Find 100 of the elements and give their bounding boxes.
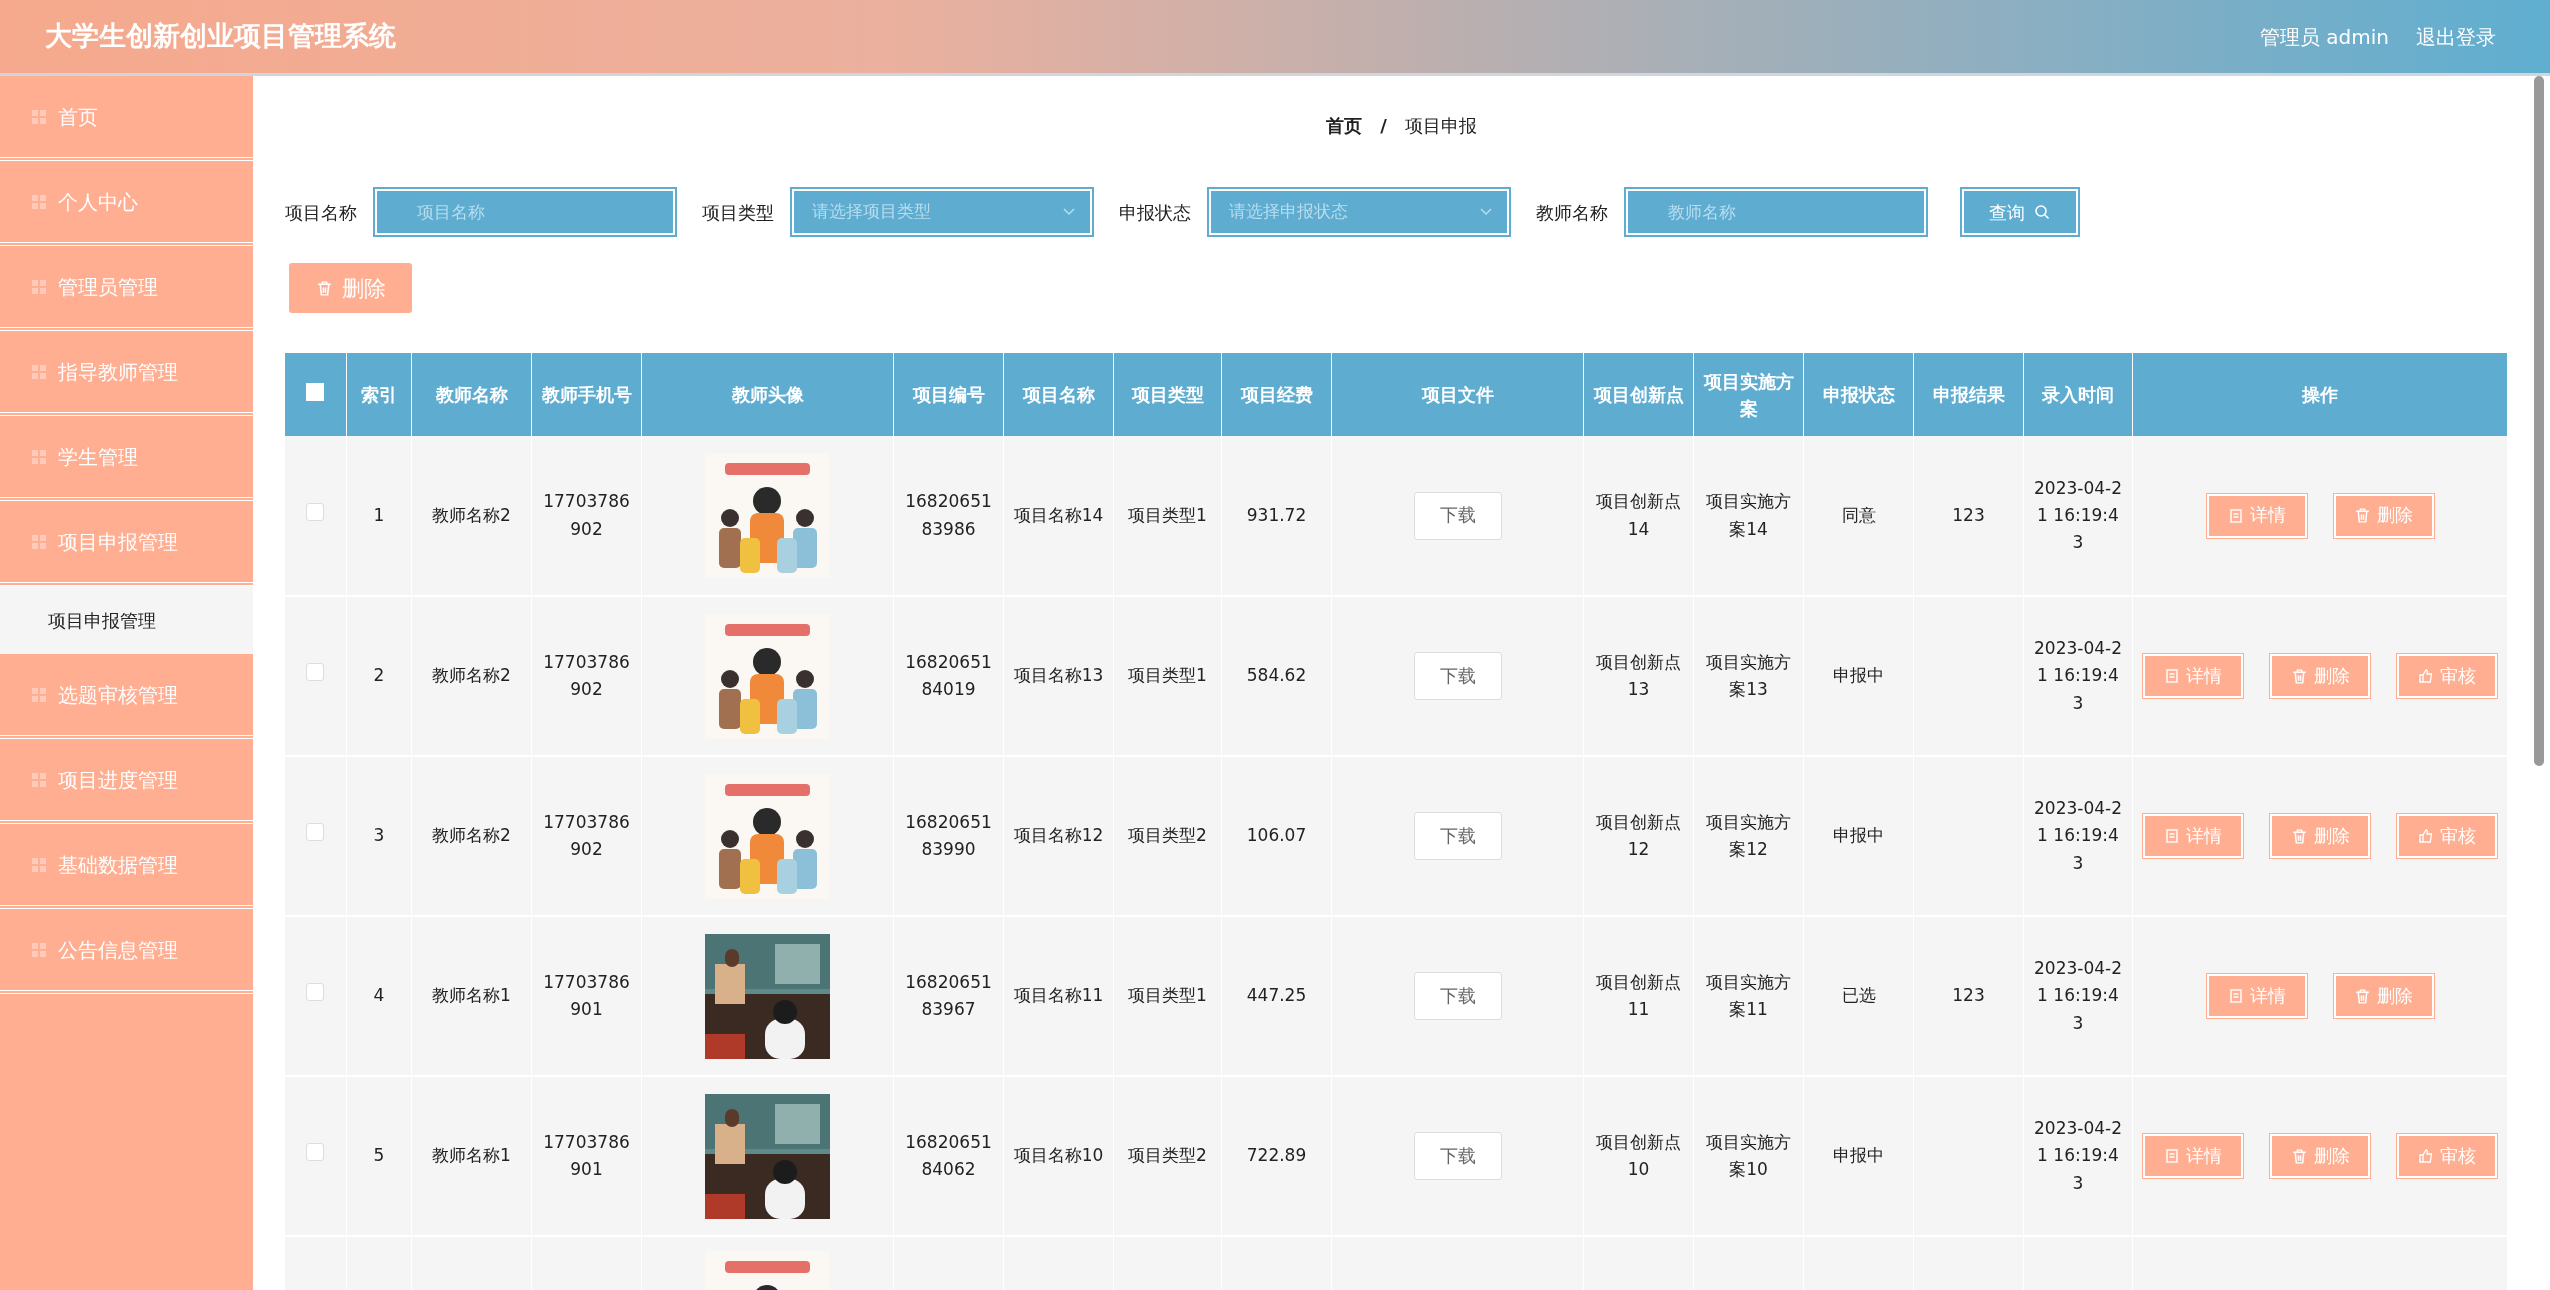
innovation-cell: 项目创新点11 [1596,971,1681,1019]
project-number-cell: 1682065183990 [905,811,992,859]
time-cell: 2023-04-21 16:19:43 [2034,638,2122,713]
result-cell: 123 [1952,504,1985,525]
logout-link[interactable]: 退出登录 [2416,21,2496,52]
column-header: 项目创新点 [1583,353,1694,436]
input-field[interactable]: 项目名称 [374,189,675,235]
detail-button[interactable]: 详情 [2143,814,2243,858]
time-cell: 2023-04-21 16:19:43 [2034,1118,2122,1193]
plan-cell: 项目实施方案14 [1706,491,1791,539]
teacher-name-cell: 教师名称2 [432,665,511,686]
filter-label: 项目类型 [701,200,774,225]
row-checkbox[interactable] [306,502,325,521]
chevron-down-icon [1478,207,1493,217]
status-cell: 申报中 [1833,825,1884,846]
select-field[interactable]: 请选择申报状态 [1208,189,1509,235]
project-name-cell: 项目名称10 [1013,1145,1104,1166]
thumb-up-icon [2418,1148,2434,1164]
filter-label: 申报状态 [1118,200,1191,225]
plan-cell: 项目实施方案10 [1706,1131,1791,1179]
column-header: 录入时间 [2023,353,2133,436]
row-checkbox[interactable] [306,983,325,1002]
app-title: 大学生创新创业项目管理系统 [45,19,396,54]
plan-cell: 项目实施方案12 [1706,811,1791,859]
menu-icon [30,770,48,789]
select-field[interactable]: 请选择项目类型 [791,189,1092,235]
menu-icon [30,277,48,296]
project-type-cell: 项目类型2 [1128,1145,1207,1166]
download-button[interactable]: 下载 [1413,652,1502,700]
menu-icon [30,362,48,381]
detail-button[interactable]: 详情 [2206,493,2307,538]
thumb-up-icon [2418,668,2434,684]
status-cell: 同意 [1841,504,1876,525]
index-cell: 4 [373,985,385,1006]
delete-button[interactable]: 删除 [2333,493,2434,538]
column-header: 项目名称 [1003,353,1114,436]
search-button[interactable]: 查询 [1961,189,2078,235]
result-cell: 123 [1952,985,1985,1006]
row-checkbox[interactable] [306,663,325,682]
row-checkbox[interactable] [306,823,325,842]
time-cell: 2023-04-21 16:19:43 [2034,958,2122,1033]
user-link[interactable]: 管理员 admin [2259,21,2389,52]
delete-button[interactable]: 删除 [289,263,412,313]
sidebar-subitem[interactable]: 项目申报管理 [0,586,253,654]
index-cell: 5 [373,1145,385,1166]
document-icon [2164,828,2180,844]
delete-button[interactable]: 删除 [2270,1134,2370,1178]
trash-icon [315,279,333,297]
column-header: 教师头像 [641,353,894,436]
project-name-cell: 项目名称11 [1013,985,1104,1006]
column-header: 教师名称 [411,353,532,436]
review-button[interactable]: 审核 [2397,654,2497,698]
menu-icon [30,940,48,959]
detail-button[interactable]: 详情 [2206,974,2307,1018]
status-cell: 已选 [1841,985,1876,1006]
phone-cell: 17703786902 [543,811,630,859]
project-type-cell: 项目类型2 [1128,825,1207,846]
input-field[interactable]: 教师名称 [1625,189,1926,235]
project-name-cell: 项目名称13 [1013,665,1104,686]
menu-icon [30,532,48,551]
document-icon [2164,668,2180,684]
download-button[interactable]: 下载 [1413,1132,1502,1180]
breadcrumb-current: 项目申报 [1404,114,1477,138]
delete-button[interactable]: 删除 [2270,654,2370,698]
column-header: 项目类型 [1113,353,1222,436]
project-type-cell: 项目类型1 [1128,985,1207,1006]
review-button[interactable]: 审核 [2397,814,2497,858]
innovation-cell: 项目创新点10 [1596,1131,1681,1179]
row-checkbox[interactable] [306,1143,325,1162]
chevron-down-icon [1061,207,1076,217]
download-button[interactable]: 下载 [1413,812,1502,860]
phone-cell: 17703786901 [543,1131,630,1179]
innovation-cell: 项目创新点13 [1596,651,1681,699]
menu-icon [30,685,48,704]
innovation-cell: 项目创新点12 [1596,811,1681,859]
trash-icon [2354,507,2371,524]
column-header: 索引 [346,353,412,436]
detail-button[interactable]: 详情 [2143,654,2243,698]
index-cell: 3 [373,825,385,846]
column-header: 项目编号 [893,353,1004,436]
column-header: 申报状态 [1803,353,1914,436]
budget-cell: 584.62 [1246,665,1307,686]
document-icon [2164,1148,2180,1164]
download-button[interactable]: 下载 [1413,491,1502,540]
teacher-name-cell: 教师名称2 [432,504,511,525]
scrollbar[interactable] [2534,76,2544,766]
delete-button[interactable]: 删除 [2270,814,2370,858]
thumb-up-icon [2418,828,2434,844]
project-number-cell: 1682065183986 [905,491,992,539]
phone-cell: 17703786901 [543,971,630,1019]
innovation-cell: 项目创新点14 [1596,491,1681,539]
filter-label: 教师名称 [1535,200,1608,225]
download-button[interactable]: 下载 [1413,972,1502,1020]
select-all-checkbox[interactable] [306,383,325,401]
review-button[interactable]: 审核 [2397,1134,2497,1178]
breadcrumb-link[interactable]: 首页 [1326,112,1363,139]
index-cell: 1 [373,504,385,525]
delete-button[interactable]: 删除 [2333,974,2434,1018]
detail-button[interactable]: 详情 [2143,1134,2243,1178]
trash-icon [2290,667,2308,685]
